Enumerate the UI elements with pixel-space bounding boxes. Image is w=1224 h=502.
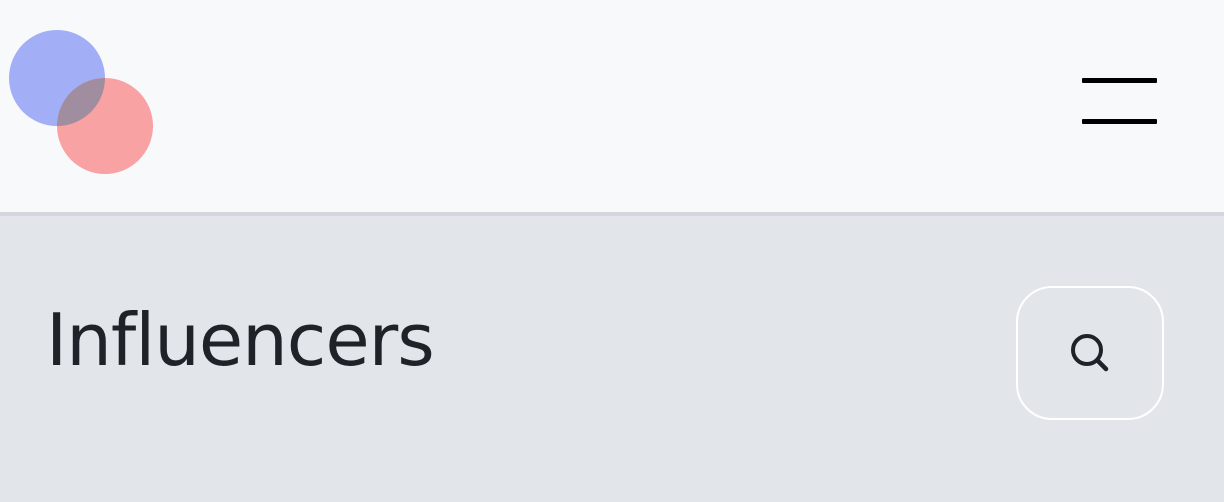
- page-title: Influencers: [46, 298, 435, 382]
- page-header-section: Influencers: [0, 216, 1224, 502]
- app-header: [0, 0, 1224, 216]
- hamburger-menu-button[interactable]: [1076, 70, 1162, 132]
- search-icon: [1071, 334, 1109, 372]
- search-button[interactable]: [1016, 286, 1164, 420]
- logo[interactable]: [9, 30, 155, 176]
- logo-mark: [9, 30, 153, 174]
